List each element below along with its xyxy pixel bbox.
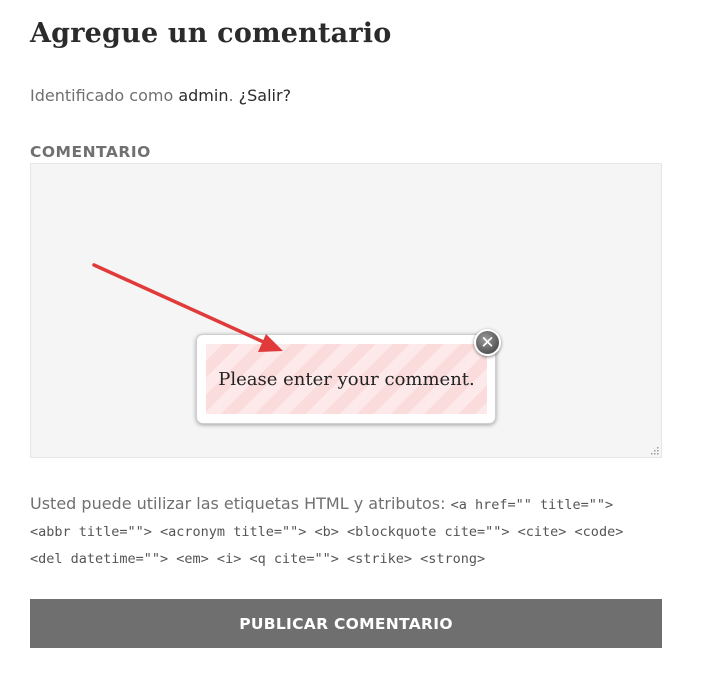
comment-label: COMENTARIO	[30, 143, 151, 161]
logged-prefix: Identificado como	[30, 86, 179, 105]
validation-popup-body: Please enter your comment.	[206, 344, 487, 414]
user-link[interactable]: admin	[178, 86, 228, 105]
validation-popup: Please enter your comment.	[196, 334, 496, 424]
logout-link[interactable]: ¿Salir?	[239, 86, 291, 105]
logged-in-text: Identificado como admin. ¿Salir?	[30, 86, 291, 105]
allowed-tags-prefix: Usted puede utilizar las etiquetas HTML …	[30, 494, 451, 513]
allowed-tags-note: Usted puede utilizar las etiquetas HTML …	[30, 491, 650, 572]
logged-separator: .	[228, 86, 239, 105]
page-title: Agregue un comentario	[30, 18, 392, 49]
resize-grip-icon[interactable]	[649, 445, 659, 455]
submit-comment-button[interactable]: PUBLICAR COMENTARIO	[30, 599, 662, 648]
validation-message: Please enter your comment.	[218, 368, 475, 390]
close-icon[interactable]: ✕	[474, 329, 501, 356]
